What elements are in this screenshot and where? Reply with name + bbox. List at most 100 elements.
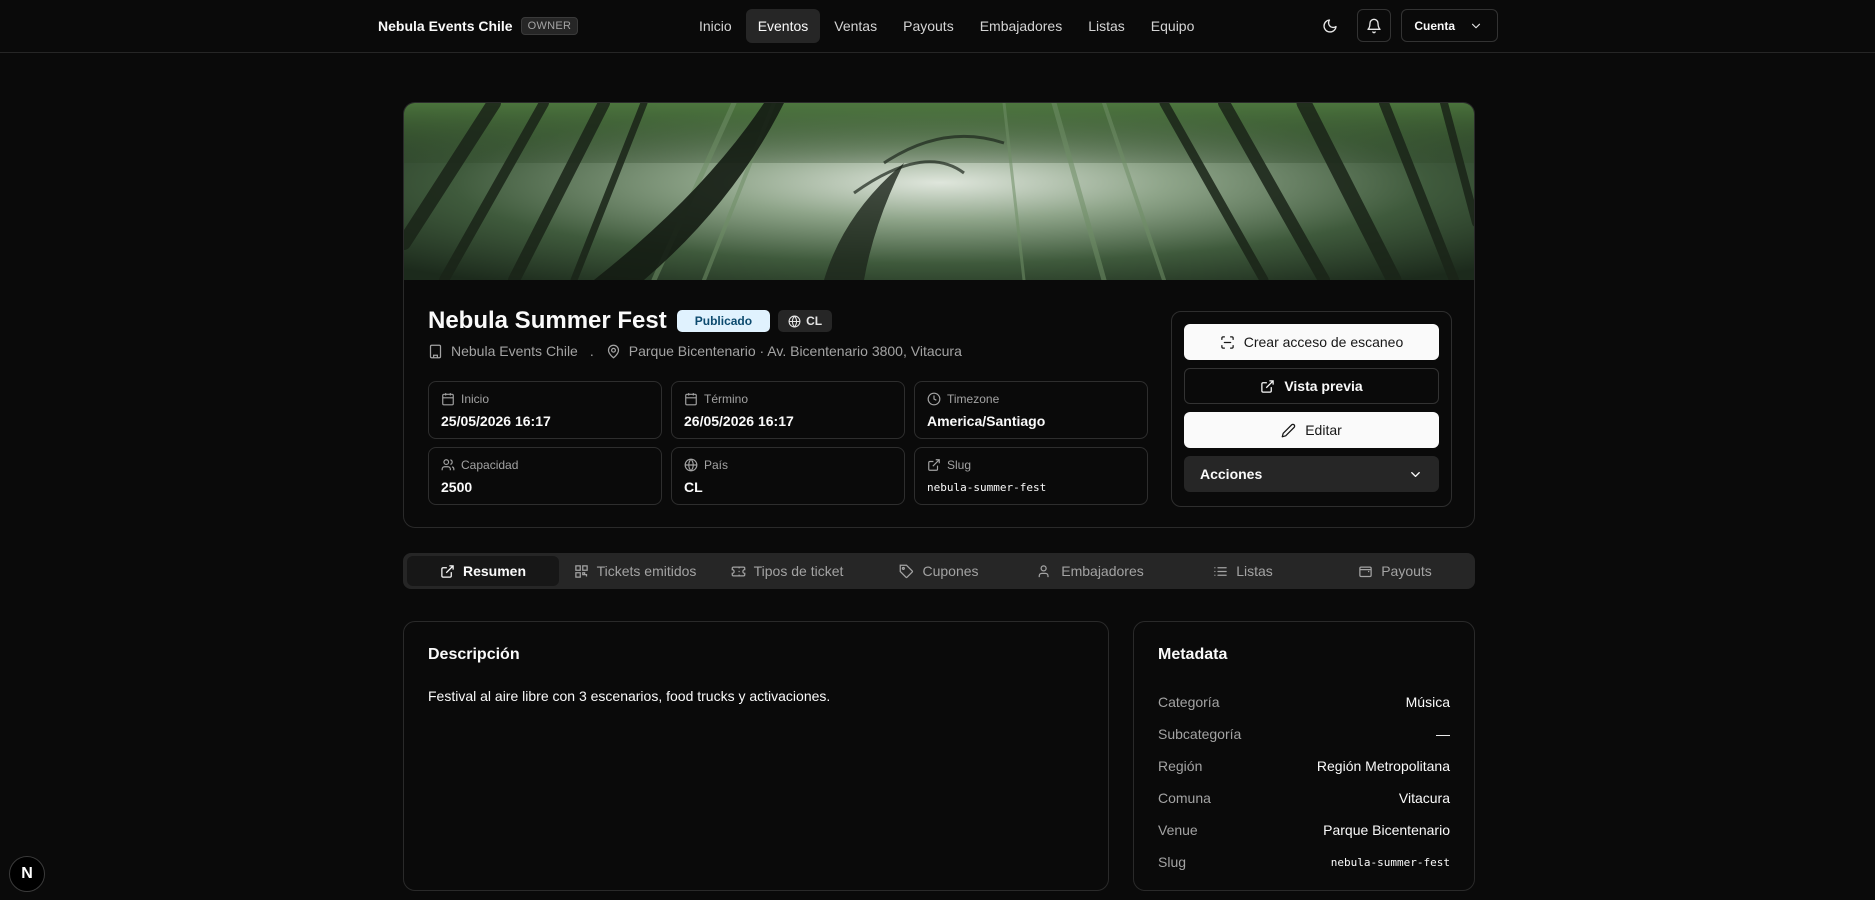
info-termino: Término 26/05/2026 16:17 (671, 381, 905, 439)
metadata-value: Parque Bicentenario (1323, 822, 1450, 838)
event-actions-panel: Crear acceso de escaneo Vista previa Edi… (1171, 311, 1452, 507)
actions-dropdown[interactable]: Acciones (1184, 456, 1439, 492)
metadata-card: Metadata Categoría Música Subcategoría —… (1133, 621, 1475, 891)
event-tabs: Resumen Tickets emitidos Tipos de ticket… (403, 553, 1475, 589)
preview-button[interactable]: Vista previa (1184, 368, 1439, 404)
country-chip-label: CL (806, 314, 823, 328)
edit-button[interactable]: Editar (1184, 412, 1439, 448)
tab-label: Embajadores (1061, 563, 1144, 579)
metadata-row: Subcategoría — (1158, 718, 1450, 750)
description-text: Festival al aire libre con 3 escenarios,… (428, 688, 831, 704)
info-label: País (704, 458, 729, 472)
tab-label: Tipos de ticket (753, 563, 844, 579)
account-label: Cuenta (1414, 18, 1455, 33)
info-value: nebula-summer-fest (927, 481, 1047, 494)
event-title: Nebula Summer Fest (428, 307, 667, 334)
info-label: Término (704, 392, 749, 406)
info-value: 25/05/2026 16:17 (441, 413, 551, 429)
description-title: Descripción (428, 646, 520, 663)
metadata-key: Región (1158, 758, 1203, 774)
metadata-row: Región Región Metropolitana (1158, 750, 1450, 782)
info-value: 26/05/2026 16:17 (684, 413, 794, 429)
chevron-down-icon (1471, 23, 1481, 28)
tab-label: Payouts (1381, 563, 1432, 579)
metadata-value: — (1436, 726, 1450, 742)
metadata-key: Categoría (1158, 694, 1220, 710)
metadata-row: Venue Parque Bicentenario (1158, 814, 1450, 846)
qr-code-icon (574, 564, 588, 578)
top-navbar: Nebula Events Chile OWNER Inicio Eventos… (0, 0, 1875, 53)
tag-icon (900, 564, 914, 578)
info-slug: Slug nebula-summer-fest (914, 447, 1148, 505)
wallet-icon (1359, 566, 1372, 577)
organizer-name: Nebula Events Chile (451, 343, 578, 359)
tab-label: Cupones (922, 563, 979, 579)
role-badge: OWNER (520, 17, 579, 35)
tab-label: Resumen (462, 563, 527, 579)
event-meta: Nebula Events Chile . Parque Bicentenari… (428, 343, 962, 359)
tab-resumen[interactable]: Resumen (407, 556, 559, 586)
building-icon (429, 344, 442, 358)
framework-badge[interactable]: N (9, 856, 45, 892)
edit-label: Editar (1305, 422, 1342, 438)
moon-icon (1323, 18, 1337, 33)
globe-icon (684, 458, 698, 472)
notifications-button[interactable] (1357, 9, 1392, 42)
nav-item-equipo[interactable]: Equipo (1139, 9, 1207, 43)
metadata-list: Categoría Música Subcategoría — Región R… (1158, 686, 1450, 878)
event-info-grid: Inicio 25/05/2026 16:17 Término 26/05/20… (428, 381, 1149, 505)
tab-tipos-de-ticket[interactable]: Tipos de ticket (711, 556, 863, 586)
event-title-row: Nebula Summer Fest Publicado CL (428, 307, 833, 335)
external-link-icon (441, 564, 454, 578)
metadata-row: Categoría Música (1158, 686, 1450, 718)
scan-icon (1220, 335, 1234, 349)
info-label: Timezone (947, 392, 1000, 406)
actions-dropdown-label: Acciones (1200, 466, 1263, 482)
clock-icon (927, 392, 941, 406)
calendar-icon (442, 393, 454, 406)
info-timezone: Timezone America/Santiago (914, 381, 1148, 439)
info-value: America/Santiago (927, 413, 1046, 429)
status-badge: Publicado (676, 310, 771, 332)
preview-label: Vista previa (1284, 378, 1363, 394)
info-label: Capacidad (461, 458, 519, 472)
nav-item-inicio[interactable]: Inicio (687, 9, 744, 43)
top-actions: Cuenta (1313, 9, 1498, 42)
info-capacidad: Capacidad 2500 (428, 447, 662, 505)
tab-embajadores[interactable]: Embajadores (1015, 556, 1167, 586)
map-pin-icon (607, 344, 619, 359)
external-link-icon (928, 459, 940, 471)
tab-payouts[interactable]: Payouts (1319, 556, 1471, 586)
create-scan-access-label: Crear acceso de escaneo (1243, 334, 1404, 350)
nav-item-listas[interactable]: Listas (1076, 9, 1137, 43)
event-location: Parque Bicentenario · Av. Bicentenario 3… (628, 343, 962, 359)
theme-toggle-button[interactable] (1313, 9, 1347, 42)
tab-listas[interactable]: Listas (1167, 556, 1319, 586)
metadata-key: Comuna (1158, 790, 1211, 806)
event-banner-image (404, 103, 1474, 280)
chevron-down-icon (1411, 471, 1420, 477)
nav-item-ventas[interactable]: Ventas (822, 9, 889, 43)
tab-tickets-emitidos[interactable]: Tickets emitidos (559, 556, 711, 586)
metadata-value: Música (1405, 694, 1450, 710)
tab-cupones[interactable]: Cupones (863, 556, 1015, 586)
brand-name: Nebula Events Chile (378, 18, 513, 34)
tab-label: Tickets emitidos (596, 563, 697, 579)
description-card: Descripción Festival al aire libre con 3… (403, 621, 1109, 891)
metadata-key: Subcategoría (1158, 726, 1242, 742)
bell-icon (1367, 18, 1381, 33)
nav-item-eventos[interactable]: Eventos (745, 9, 821, 43)
globe-icon (788, 315, 801, 327)
brand[interactable]: Nebula Events Chile OWNER (378, 15, 579, 37)
account-menu-button[interactable]: Cuenta (1401, 9, 1498, 42)
nav-item-payouts[interactable]: Payouts (891, 9, 966, 43)
metadata-row: Slug nebula-summer-fest (1158, 846, 1450, 878)
pencil-icon (1281, 423, 1296, 437)
metadata-value: nebula-summer-fest (1330, 855, 1450, 869)
nav-item-embajadores[interactable]: Embajadores (968, 9, 1075, 43)
info-inicio: Inicio 25/05/2026 16:17 (428, 381, 662, 439)
info-label: Slug (947, 458, 972, 472)
create-scan-access-button[interactable]: Crear acceso de escaneo (1184, 324, 1439, 360)
ticket-icon (731, 566, 745, 576)
metadata-row: Comuna Vitacura (1158, 782, 1450, 814)
